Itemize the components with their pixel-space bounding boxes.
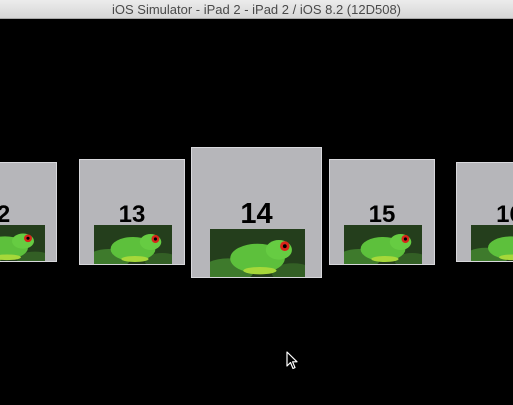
- frog-image: [471, 225, 513, 261]
- carousel-item-16[interactable]: 16: [456, 162, 513, 262]
- carousel-item-14-selected[interactable]: 14: [191, 147, 322, 278]
- carousel-item-label: 14: [240, 198, 273, 230]
- frog-image: [344, 225, 422, 264]
- arrow-cursor-icon: [286, 351, 298, 370]
- carousel-item-15[interactable]: 15: [329, 159, 435, 265]
- window-title: iOS Simulator - iPad 2 - iPad 2 / iOS 8.…: [111, 2, 401, 17]
- frog-image: [0, 225, 45, 261]
- frog-image: [94, 225, 172, 264]
- carousel-item-2[interactable]: 2: [0, 162, 57, 262]
- simulator-screen[interactable]: 2 13: [0, 19, 513, 405]
- carousel-item-13[interactable]: 13: [79, 159, 185, 265]
- frog-image: [210, 229, 305, 277]
- window-title-bar: iOS Simulator - iPad 2 - iPad 2 / iOS 8.…: [0, 0, 513, 19]
